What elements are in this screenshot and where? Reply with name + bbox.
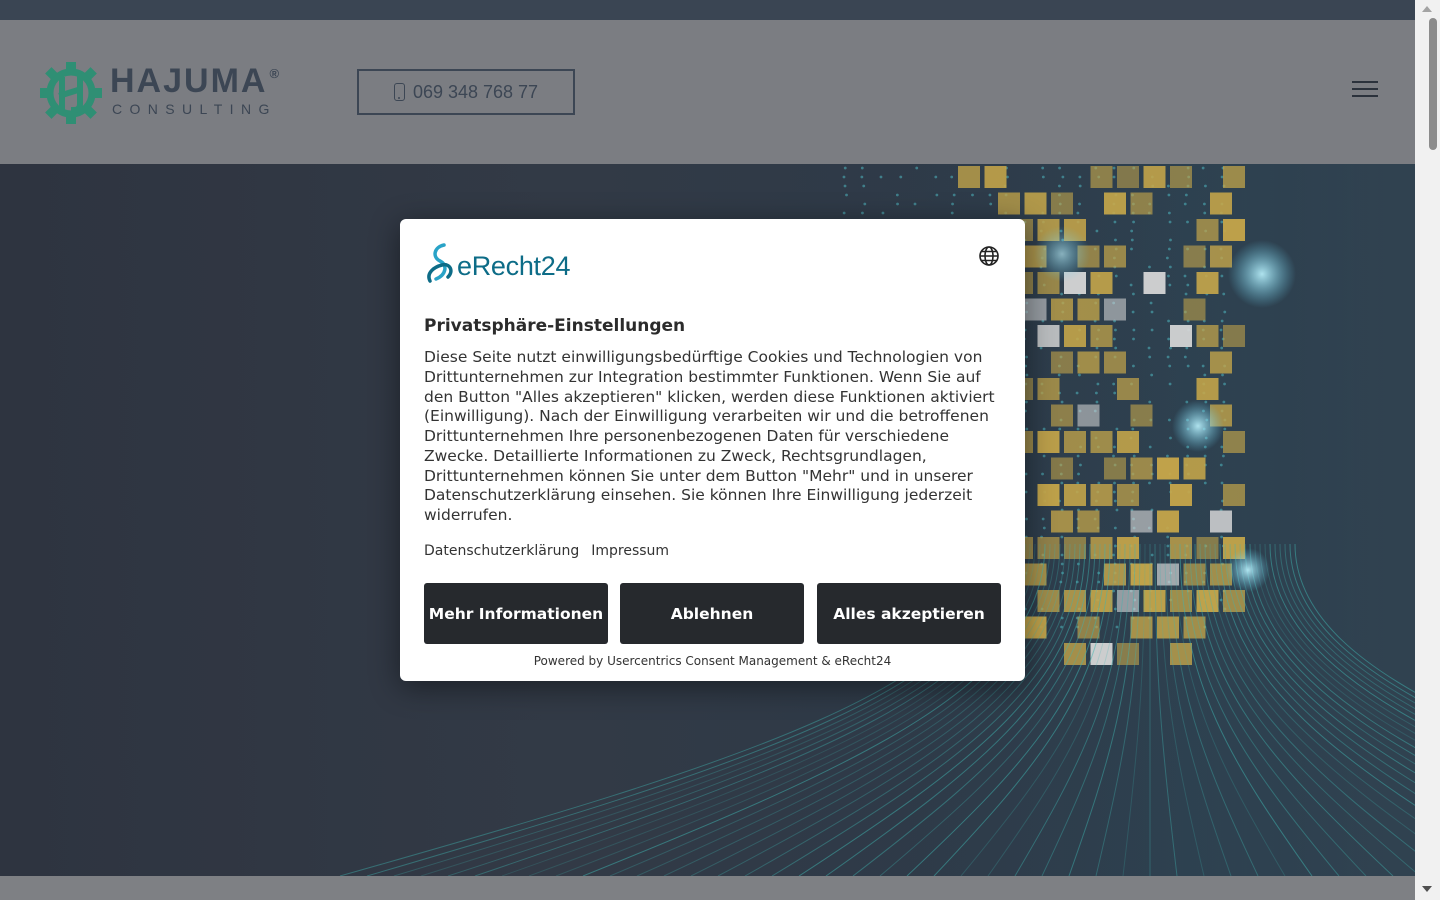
registered-mark: ® [269, 66, 282, 81]
top-bar [0, 0, 1415, 20]
hamburger-icon[interactable] [1352, 81, 1378, 101]
consent-dialog: eRecht24 Privatsphäre-Einstellungen Dies… [400, 219, 1025, 681]
logo-subtitle: CONSULTING [112, 101, 277, 117]
deny-button[interactable]: Ablehnen [620, 583, 804, 644]
phone-button[interactable]: 069 348 768 77 [357, 69, 575, 115]
consent-title: Privatsphäre-Einstellungen [424, 316, 686, 336]
scroll-down-icon[interactable] [1422, 886, 1432, 892]
accept-all-button[interactable]: Alles akzeptieren [817, 583, 1001, 644]
scroll-up-icon[interactable] [1422, 6, 1432, 12]
next-section-strip [0, 876, 1415, 900]
logo-name: HAJUMA ® [110, 62, 282, 100]
privacy-policy-link[interactable]: Datenschutzerklärung [424, 543, 579, 559]
powered-by-text: Powered by Usercentrics Consent Manageme… [533, 654, 892, 668]
erecht24-logo: eRecht24 [424, 243, 594, 285]
more-information-button[interactable]: Mehr Informationen [424, 583, 608, 644]
consent-description: Diese Seite nutzt einwilligungsbedürftig… [424, 348, 995, 524]
site-logo[interactable]: HAJUMA ® CONSULTING [38, 60, 298, 126]
scroll-thumb[interactable] [1429, 18, 1437, 150]
erecht24-wordmark: eRecht24 [457, 251, 571, 281]
phone-icon [393, 83, 405, 101]
globe-icon[interactable] [978, 245, 1000, 267]
erecht24-symbol-icon [427, 243, 453, 283]
consent-links: Datenschutzerklärung Impressum [424, 543, 669, 559]
imprint-link[interactable]: Impressum [591, 543, 669, 559]
site-header: HAJUMA ® CONSULTING 069 348 768 77 [0, 20, 1415, 164]
phone-number: 069 348 768 77 [412, 81, 539, 102]
gear-logo-icon [40, 62, 102, 124]
page-scrollbar[interactable] [1415, 0, 1440, 900]
